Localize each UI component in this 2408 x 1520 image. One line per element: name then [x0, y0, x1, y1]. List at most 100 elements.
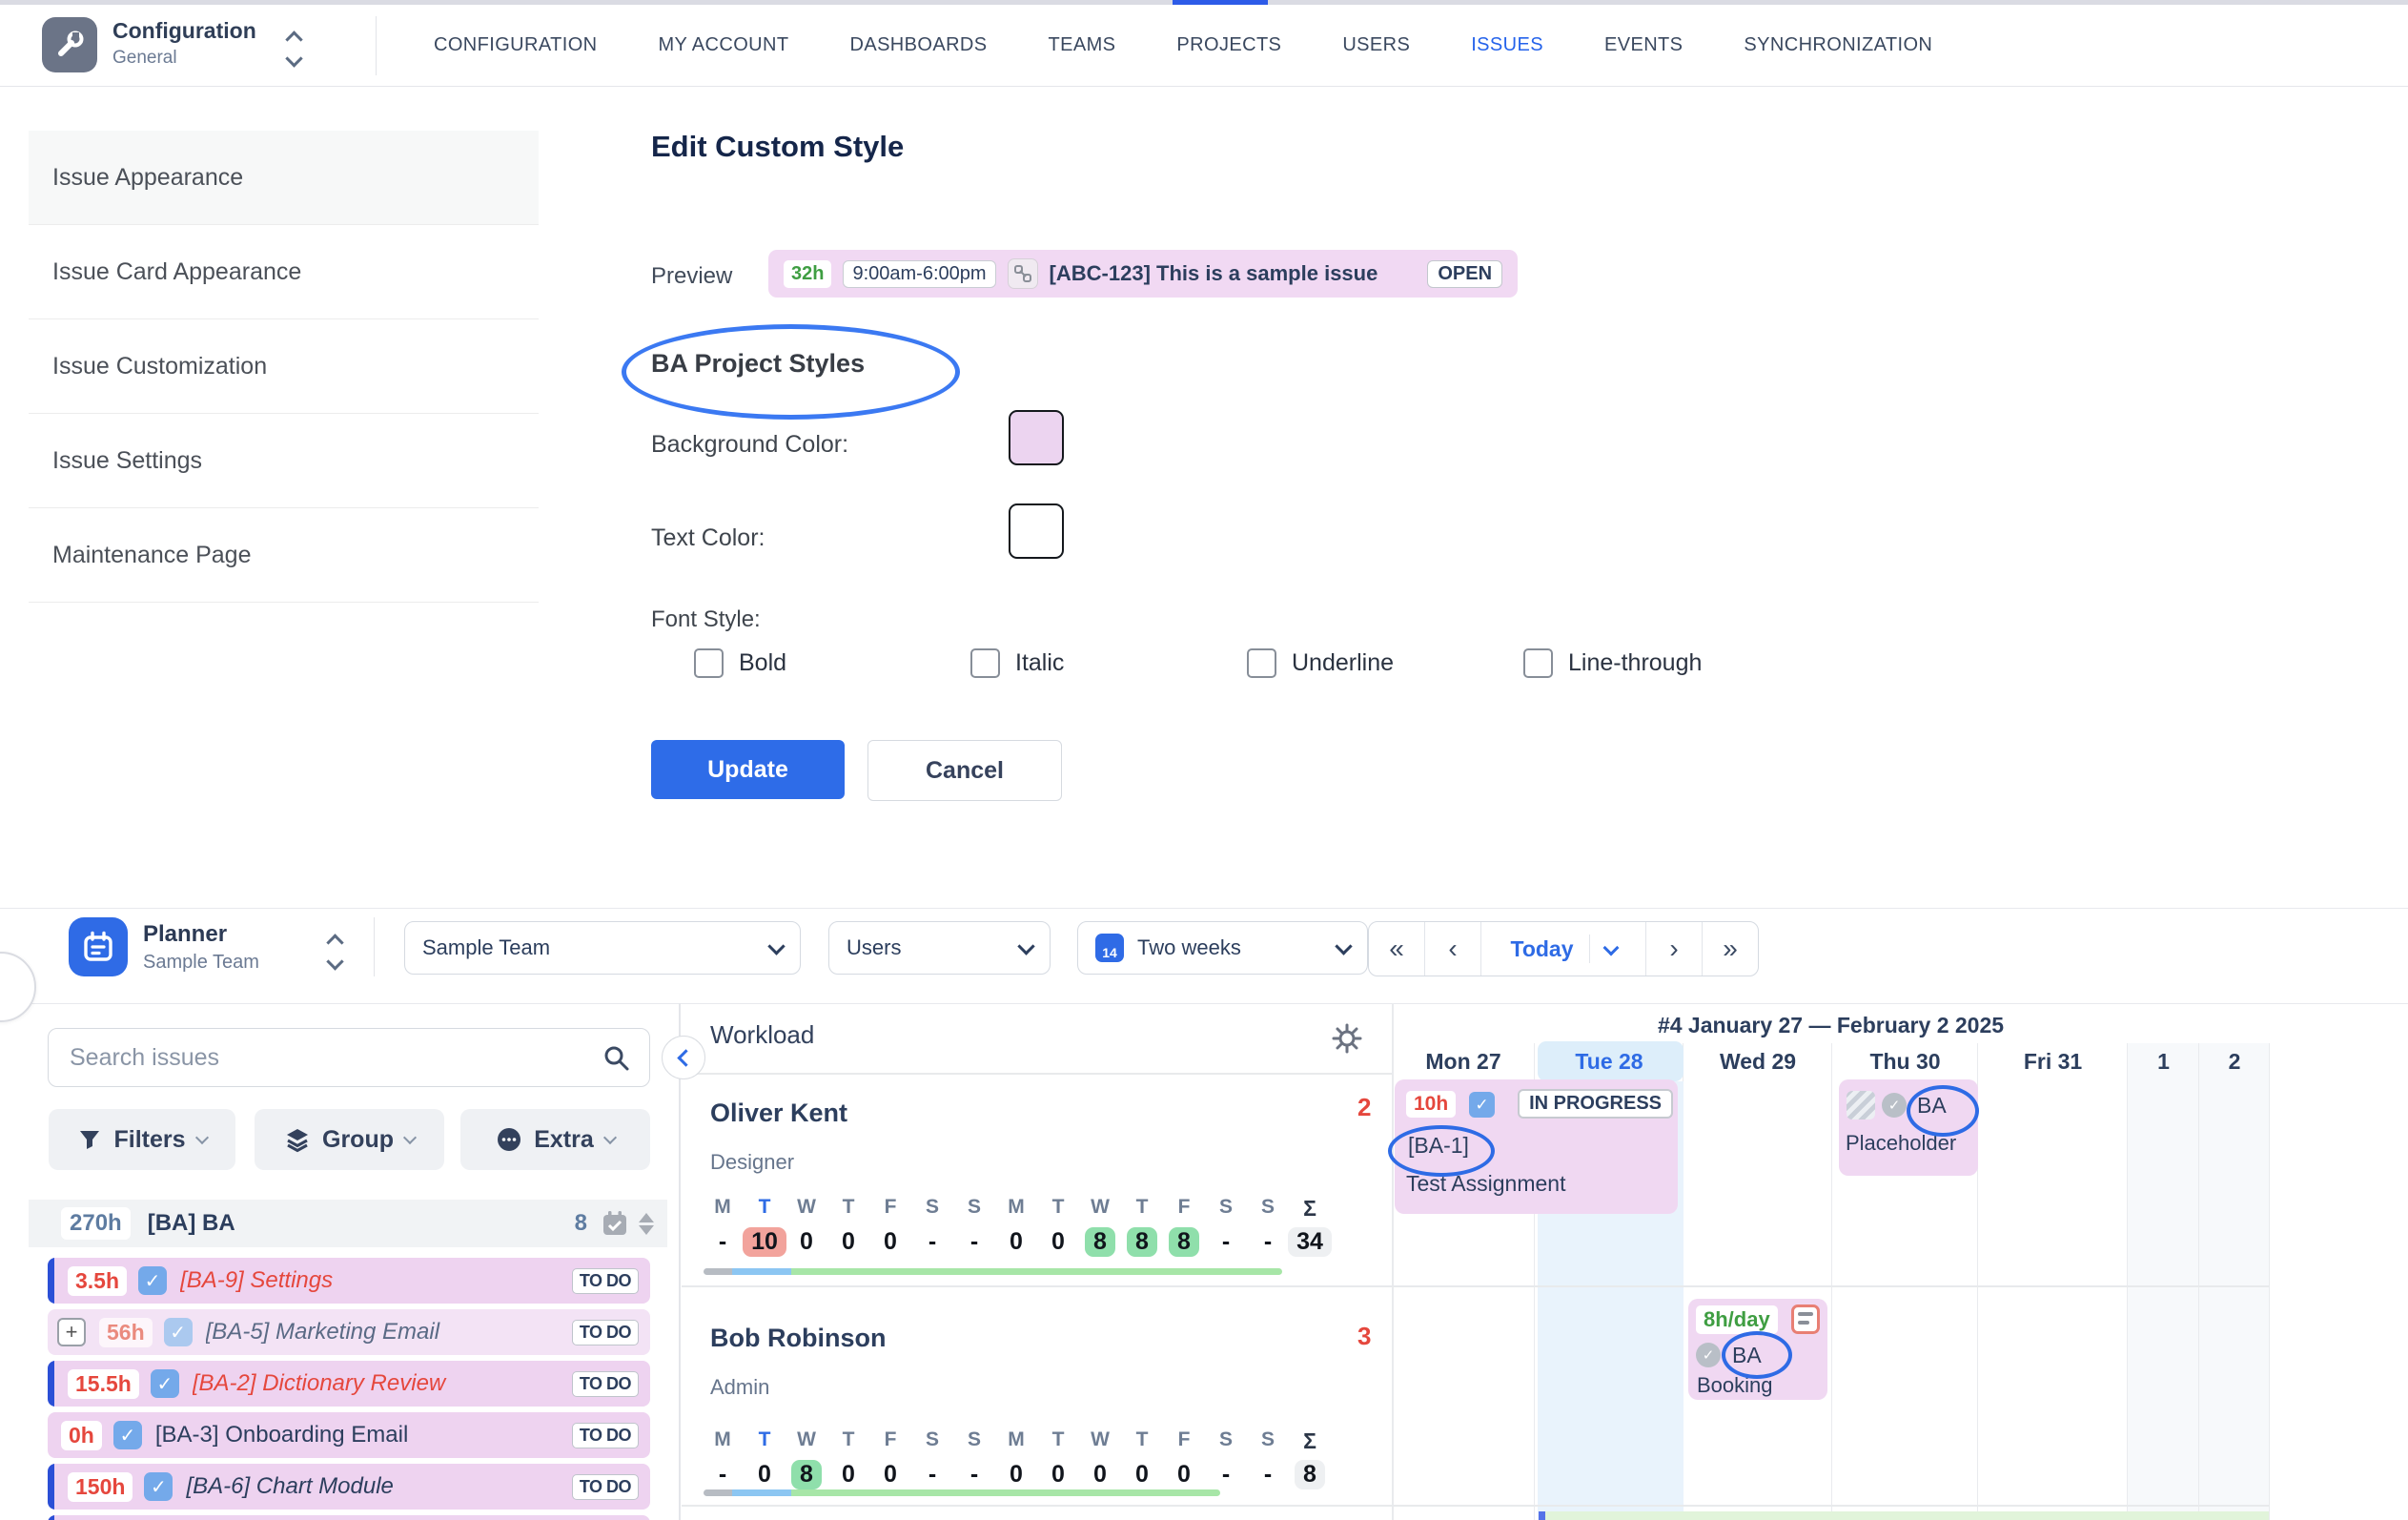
issue-row-1[interactable]: 3.5h✓[BA-9] SettingsTO DO: [48, 1258, 650, 1304]
next-button[interactable]: ›: [1646, 922, 1703, 976]
issue-row-partial[interactable]: [48, 1515, 650, 1520]
font-option-label: Underline: [1292, 649, 1394, 677]
configuration-app-icon[interactable]: [42, 17, 97, 72]
sidebar-item-issue-appearance[interactable]: Issue Appearance: [29, 131, 539, 225]
day-value-cell: -: [702, 1228, 744, 1256]
day-header-mon-27[interactable]: Mon 27: [1392, 1049, 1535, 1075]
today-button[interactable]: Today: [1481, 922, 1646, 976]
nav-item-projects[interactable]: PROJECTS: [1176, 34, 1281, 56]
day-header-thu-30[interactable]: Thu 30: [1832, 1049, 1978, 1075]
issue-hours-badge: 56h: [99, 1318, 153, 1347]
nav-item-my-account[interactable]: MY ACCOUNT: [659, 34, 789, 56]
cancel-button[interactable]: Cancel: [867, 740, 1062, 801]
nav-item-synchronization[interactable]: SYNCHRONIZATION: [1744, 34, 1932, 56]
calendar-check-icon[interactable]: [601, 1209, 629, 1238]
partial-row-strip: [1539, 1511, 2269, 1520]
view-mode-select[interactable]: Users: [828, 921, 1051, 975]
sidebar-collapse-handle[interactable]: [0, 952, 36, 1022]
project-group-row[interactable]: 270h [BA] BA 8: [29, 1200, 667, 1247]
planner-switcher-chevrons[interactable]: [329, 933, 341, 972]
day-value: 0: [800, 1228, 813, 1256]
day-header-wed-29[interactable]: Wed 29: [1684, 1049, 1832, 1075]
day-header-fri-31[interactable]: Fri 31: [1978, 1049, 2128, 1075]
day-letter: S: [1205, 1428, 1247, 1454]
day-letter: W: [1079, 1428, 1121, 1454]
font-option-italic[interactable]: Italic: [970, 648, 1064, 678]
day-value-cell: -: [953, 1228, 995, 1256]
view-select-value: Users: [847, 935, 1007, 960]
jump-forward-button[interactable]: »: [1703, 922, 1758, 976]
checkbox-icon[interactable]: ✓: [151, 1369, 179, 1398]
font-option-underline[interactable]: Underline: [1247, 648, 1394, 678]
issue-row-5[interactable]: 150h✓[BA-6] Chart ModuleTO DO: [48, 1464, 650, 1510]
checkbox-icon[interactable]: ✓: [144, 1472, 173, 1501]
checkbox-icon[interactable]: ✓: [138, 1266, 167, 1295]
sort-toggle[interactable]: [639, 1213, 654, 1235]
day-letter: F: [869, 1196, 911, 1222]
issue-color-bar: [48, 1515, 54, 1520]
font-option-bold[interactable]: Bold: [694, 648, 786, 678]
jump-back-button[interactable]: «: [1369, 922, 1425, 976]
extra-button[interactable]: Extra: [460, 1109, 650, 1170]
filters-button[interactable]: Filters: [49, 1109, 235, 1170]
day-header-tue-28[interactable]: Tue 28: [1535, 1049, 1684, 1075]
range-select-value: Two weeks: [1137, 935, 1324, 960]
preview-label: Preview: [651, 263, 732, 290]
day-value-cell: 0: [995, 1461, 1037, 1489]
checkbox-line-through[interactable]: [1523, 648, 1553, 678]
issue-row-4[interactable]: 0h✓[BA-3] Onboarding EmailTO DO: [48, 1412, 650, 1458]
sidebar-item-issue-customization[interactable]: Issue Customization: [29, 319, 539, 414]
issue-row-2[interactable]: +56h✓[BA-5] Marketing EmailTO DO: [48, 1309, 650, 1355]
group-hours-badge: 270h: [61, 1207, 131, 1240]
checkbox-icon[interactable]: ✓: [164, 1318, 193, 1346]
issue-hours-badge: 0h: [61, 1421, 102, 1450]
day-header-2[interactable]: 2: [2199, 1049, 2270, 1075]
day-value-cell: 0: [827, 1228, 869, 1256]
sort-down-icon: [639, 1225, 654, 1235]
issue-status-badge: TO DO: [572, 1320, 639, 1345]
sidebar-item-issue-settings[interactable]: Issue Settings: [29, 414, 539, 508]
checkbox-icon[interactable]: ✓: [1469, 1092, 1495, 1118]
sidebar-item-maintenance-page[interactable]: Maintenance Page: [29, 508, 539, 603]
day-header-1[interactable]: 1: [2128, 1049, 2199, 1075]
nav-item-dashboards[interactable]: DASHBOARDS: [849, 34, 987, 56]
checkbox-bold[interactable]: [694, 648, 724, 678]
search-input[interactable]: [68, 1043, 602, 1073]
chevron-down-icon: [403, 1131, 417, 1144]
checkbox-icon[interactable]: ✓: [113, 1421, 142, 1449]
expand-icon[interactable]: +: [57, 1318, 86, 1346]
sidebar-item-issue-card-appearance[interactable]: Issue Card Appearance: [29, 225, 539, 319]
issue-hours-badge: 15.5h: [68, 1369, 139, 1399]
range-select[interactable]: 14 Two weeks: [1077, 921, 1368, 975]
day-letter: S: [953, 1428, 995, 1454]
annotation-ellipse: [1907, 1085, 1979, 1137]
gear-icon[interactable]: [1331, 1022, 1363, 1055]
day-letter: M: [995, 1196, 1037, 1222]
nav-item-events[interactable]: EVENTS: [1604, 34, 1683, 56]
background-color-swatch[interactable]: [1009, 410, 1064, 465]
checkbox-underline[interactable]: [1247, 648, 1276, 678]
font-option-line-through[interactable]: Line-through: [1523, 648, 1702, 678]
planner-app-icon[interactable]: [69, 917, 128, 976]
panel-divider[interactable]: [679, 1003, 681, 1520]
app-switcher-chevrons[interactable]: [288, 30, 300, 69]
more-options-icon: [496, 1126, 522, 1153]
issue-row-3[interactable]: 15.5h✓[BA-2] Dictionary ReviewTO DO: [48, 1361, 650, 1407]
day-values-row: -0800--00000--8: [702, 1461, 1340, 1489]
team-select[interactable]: Sample Team: [404, 921, 801, 975]
nav-item-teams[interactable]: TEAMS: [1049, 34, 1116, 56]
prev-button[interactable]: ‹: [1425, 922, 1481, 976]
checkbox-italic[interactable]: [970, 648, 1000, 678]
day-value: -: [970, 1461, 978, 1489]
issue-hours-badge: 3.5h: [68, 1266, 127, 1296]
text-color-swatch[interactable]: [1009, 503, 1064, 559]
day-value: 0: [1177, 1461, 1191, 1489]
group-title: [BA] BA: [148, 1210, 575, 1237]
update-button[interactable]: Update: [651, 740, 845, 799]
search-icon[interactable]: [602, 1043, 630, 1072]
nav-item-configuration[interactable]: CONFIGURATION: [434, 34, 598, 56]
nav-item-issues[interactable]: ISSUES: [1471, 34, 1543, 56]
group-button[interactable]: Group: [255, 1109, 444, 1170]
nav-item-users[interactable]: USERS: [1342, 34, 1410, 56]
collapse-panel-button[interactable]: [662, 1036, 705, 1079]
